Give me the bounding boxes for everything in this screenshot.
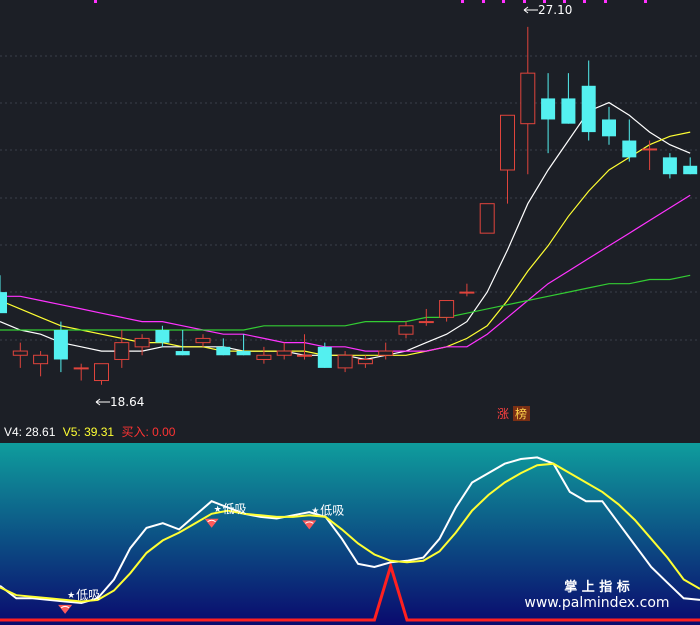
candle-body [500, 114, 515, 171]
candle-body [418, 321, 434, 324]
candle-body [357, 358, 373, 365]
candle-body [581, 85, 596, 133]
low-price-label: 18.64 [110, 395, 144, 409]
low-buy-label: 低吸 [76, 588, 100, 602]
top-marker-dot [583, 0, 586, 3]
top-marker-dot [644, 0, 647, 3]
candle-body [94, 363, 109, 382]
candle-body [683, 165, 698, 175]
star-icon: ★ [67, 591, 75, 601]
candle-body [622, 140, 637, 158]
v4-readout: V4: 28.61 [4, 425, 56, 439]
top-marker-dot [604, 0, 607, 3]
candle-body [73, 367, 89, 370]
candle-body [317, 346, 332, 368]
buy-readout: 买入: 0.00 [121, 425, 176, 439]
top-marker-dot [482, 0, 485, 3]
candle-body [439, 300, 455, 318]
candle-body [297, 354, 312, 357]
badge-char-1: 涨 [497, 406, 509, 421]
candle-body [236, 351, 251, 356]
candle-body [337, 354, 353, 369]
candle-body [0, 292, 7, 314]
candle [479, 203, 495, 234]
candle-body [662, 157, 677, 175]
candle-body [459, 291, 475, 294]
top-marker-dot [502, 0, 505, 3]
low-buy-label: 低吸 [223, 502, 247, 516]
high-price-label: 27.10 [538, 3, 572, 17]
candle-body [134, 337, 150, 348]
badge-char-2: 榜 [515, 406, 527, 421]
v5-readout: V5: 39.31 [62, 425, 115, 439]
top-marker-dot [94, 0, 97, 3]
candle-body [378, 350, 394, 356]
candle-body [195, 337, 211, 344]
candle-body [479, 203, 495, 234]
candle-body [12, 350, 28, 356]
star-icon: ★ [214, 505, 222, 515]
candle-body [642, 148, 658, 151]
candle-body [175, 351, 190, 356]
candle-body [398, 325, 414, 335]
candle-body [155, 330, 170, 343]
candle-body [541, 98, 556, 120]
watermark-url: www.palmindex.com [524, 595, 669, 611]
indicator-legend: V4: 28.61 V5: 39.31 买入: 0.00 [0, 421, 700, 443]
candle-body [276, 350, 292, 356]
candle-body [114, 342, 130, 360]
chart-stage: 27.10 18.64 涨 榜 ★ 低吸★ 低吸 ★ 低吸 掌 上 指 标 www.pa… [0, 0, 700, 625]
candle-body [53, 330, 68, 360]
star-icon: ★ [311, 506, 319, 516]
candle-body [256, 354, 272, 360]
low-buy-label: 低吸 [320, 503, 344, 517]
candle-body [216, 346, 231, 356]
watermark-title: 掌 上 指 标 [564, 579, 630, 595]
top-marker-dot [523, 0, 526, 3]
top-marker-dot [461, 0, 464, 3]
candle-body [602, 119, 616, 137]
candle-body [33, 354, 49, 365]
candle-body [561, 98, 576, 124]
candle-body [520, 72, 536, 125]
